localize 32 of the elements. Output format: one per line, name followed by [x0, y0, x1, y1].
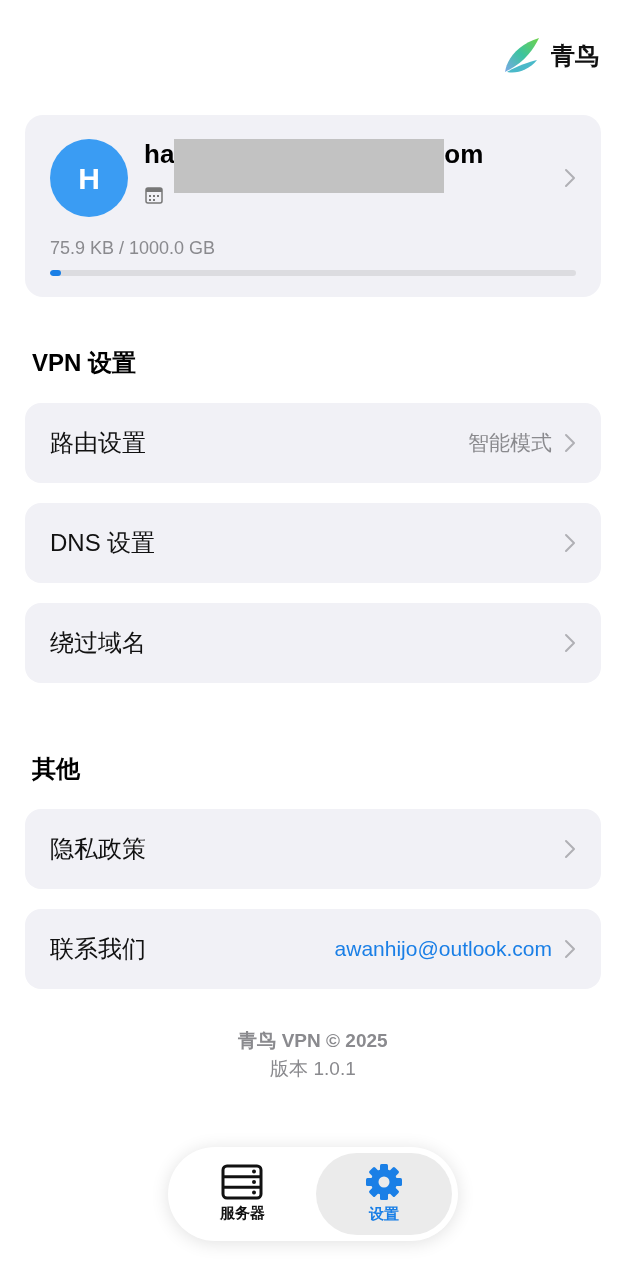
settings-row[interactable]: 路由设置 智能模式	[25, 403, 601, 483]
row-label: 绕过域名	[50, 628, 146, 658]
brand-name: 青鸟	[551, 41, 599, 71]
section-title: 其他	[31, 754, 81, 784]
settings-icon	[365, 1162, 403, 1201]
server-icon	[221, 1163, 263, 1200]
email-link[interactable]: awanhijo@outlook.com	[334, 933, 552, 965]
chevron-icon	[564, 168, 576, 188]
avatar: H	[50, 139, 128, 217]
chevron-icon	[564, 633, 576, 653]
chevron-icon	[564, 939, 576, 959]
version-text: 版本 1.0.1	[269, 1057, 357, 1081]
row-label: 联系我们	[50, 934, 146, 964]
usage-text: 75.9 KB / 1000.0 GB	[50, 237, 217, 260]
row-label: 隐私政策	[50, 834, 146, 864]
settings-row[interactable]: DNS 设置	[25, 503, 601, 583]
settings-row[interactable]: 绕过域名	[25, 603, 601, 683]
settings-row[interactable]: 联系我们 awanhijo@outlook.com	[25, 909, 601, 989]
tab[interactable]: 服务器	[174, 1153, 310, 1235]
logo-icon	[503, 36, 541, 74]
chevron-icon	[564, 839, 576, 859]
row-label: 路由设置	[50, 428, 146, 458]
email-text: om	[444, 139, 484, 169]
chevron-icon	[564, 533, 576, 553]
row-label: DNS 设置	[50, 528, 156, 558]
settings-row[interactable]: 隐私政策	[25, 809, 601, 889]
section-title: VPN 设置	[31, 348, 137, 378]
row-value: 智能模式	[468, 430, 552, 457]
copyright-text: 青鸟 VPN © 2025	[237, 1029, 389, 1053]
email-text: ha	[144, 139, 175, 169]
calendar-icon	[144, 184, 164, 205]
chevron-icon	[564, 433, 576, 453]
